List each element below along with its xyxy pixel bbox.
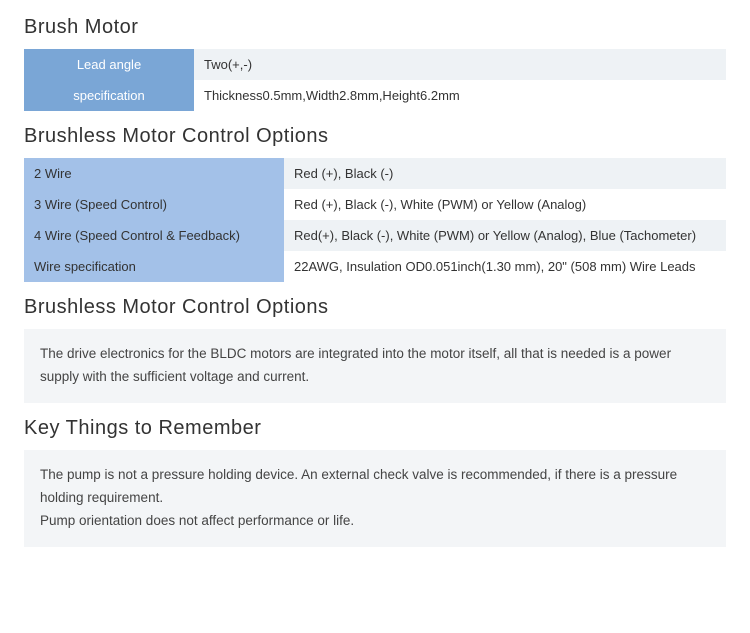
table-row: Wire specification 22AWG, Insulation OD0…: [24, 251, 726, 282]
cell-label: Lead angle: [24, 49, 194, 80]
section-title-key-things: Key Things to Remember: [24, 417, 726, 440]
brushless-options-table: 2 Wire Red (+), Black (-) 3 Wire (Speed …: [24, 158, 726, 282]
brush-motor-table: Lead angle Two(+,-) specification Thickn…: [24, 49, 726, 111]
cell-label: 2 Wire: [24, 158, 284, 189]
cell-value: Red (+), Black (-): [284, 158, 726, 189]
cell-label: 3 Wire (Speed Control): [24, 189, 284, 220]
table-row: 4 Wire (Speed Control & Feedback) Red(+)…: [24, 220, 726, 251]
cell-value: Thickness0.5mm,Width2.8mm,Height6.2mm: [194, 80, 726, 111]
section-title-brush-motor: Brush Motor: [24, 16, 726, 39]
table-row: 2 Wire Red (+), Black (-): [24, 158, 726, 189]
cell-value: Two(+,-): [194, 49, 726, 80]
info-text-line1: The pump is not a pressure holding devic…: [40, 464, 710, 510]
cell-label: 4 Wire (Speed Control & Feedback): [24, 220, 284, 251]
info-box-key-things: The pump is not a pressure holding devic…: [24, 450, 726, 547]
cell-value: 22AWG, Insulation OD0.051inch(1.30 mm), …: [284, 251, 726, 282]
cell-value: Red(+), Black (-), White (PWM) or Yellow…: [284, 220, 726, 251]
info-box-bldc: The drive electronics for the BLDC motor…: [24, 329, 726, 403]
info-text-line2: Pump orientation does not affect perform…: [40, 510, 710, 533]
cell-label: Wire specification: [24, 251, 284, 282]
section-title-brushless-options-table: Brushless Motor Control Options: [24, 125, 726, 148]
cell-label: specification: [24, 80, 194, 111]
table-row: specification Thickness0.5mm,Width2.8mm,…: [24, 80, 726, 111]
cell-value: Red (+), Black (-), White (PWM) or Yello…: [284, 189, 726, 220]
table-row: 3 Wire (Speed Control) Red (+), Black (-…: [24, 189, 726, 220]
table-row: Lead angle Two(+,-): [24, 49, 726, 80]
section-title-brushless-options-text: Brushless Motor Control Options: [24, 296, 726, 319]
